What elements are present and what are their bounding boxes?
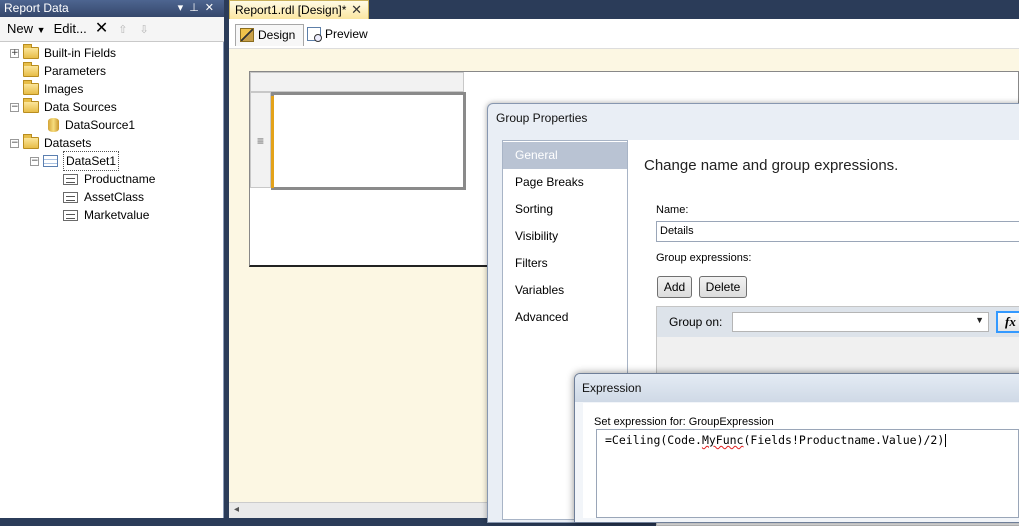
tree-node-field[interactable]: AssetClass [63,188,144,206]
panel-title: Report Data [4,1,69,15]
folder-icon [23,44,39,59]
move-up-icon[interactable]: ⇧ [113,23,132,36]
chevron-down-icon: ▼ [975,315,984,325]
nav-item-visibility[interactable]: Visibility [503,223,627,250]
name-label: Name: [656,204,689,216]
tablix-row-handle[interactable]: ≡ [250,92,271,188]
add-button[interactable]: Add [657,276,692,298]
folder-icon [23,80,39,95]
tree-node-datasource1[interactable]: DataSource1 [48,116,135,134]
group-expressions-label: Group expressions: [656,252,752,264]
design-icon [240,28,254,42]
expression-text[interactable]: =Ceiling(Code.MyFunc(Fields!Productname.… [605,433,947,447]
tree-node-images[interactable]: Images [23,80,83,98]
group-on-label: Group on: [669,315,723,329]
tree-node-field[interactable]: Productname [63,170,155,188]
tree-node-field[interactable]: Marketvalue [63,206,149,224]
expression-titlebar [575,374,1019,402]
dataset-icon [43,155,58,167]
open-folder-icon [23,98,39,113]
nav-item-advanced[interactable]: Advanced [503,304,627,331]
database-icon [48,118,59,132]
tree-node-datasets[interactable]: − Datasets [10,134,91,152]
move-down-icon[interactable]: ⇩ [134,23,153,36]
open-folder-icon [23,134,39,149]
nav-item-sorting[interactable]: Sorting [503,196,627,223]
field-icon [63,191,78,203]
collapse-icon[interactable]: − [10,138,19,148]
panel-titlebar: Report Data ▾⊥✕ [0,0,224,17]
new-button[interactable]: New ▼ [4,19,49,40]
text-caret [945,434,947,447]
tablix-column-handle[interactable] [250,72,464,92]
section-heading: Change name and group expressions. [644,157,899,174]
tree-node-data-sources[interactable]: − Data Sources [10,98,117,116]
nav-item-variables[interactable]: Variables [503,277,627,304]
field-icon [63,209,78,221]
collapse-icon[interactable]: − [30,156,39,166]
edit-button[interactable]: Edit... [51,19,90,39]
tree-node-parameters[interactable]: Parameters [23,62,106,80]
close-icon[interactable]: ✕ [205,2,220,14]
expression-button[interactable]: fx [996,311,1019,333]
field-icon [63,173,78,185]
chevron-down-icon: ▼ [36,24,46,35]
delete-button[interactable]: Delete [699,276,747,298]
nav-item-filters[interactable]: Filters [503,250,627,277]
panel-toolbar: New ▼ Edit... ✕ ⇧ ⇩ [0,17,224,42]
set-expression-label: Set expression for: GroupExpression [594,416,774,428]
dropdown-icon[interactable]: ▾ [178,2,190,14]
group-on-select[interactable]: ▼ [732,312,989,332]
dialog-title: Group Properties [496,111,588,125]
scroll-left-icon[interactable]: ◂ [234,504,239,515]
preview-icon [307,27,322,42]
tree-node-built-in-fields[interactable]: + Built-in Fields [10,44,116,62]
nav-item-page-breaks[interactable]: Page Breaks [503,169,627,196]
tab-preview[interactable]: Preview [303,24,376,46]
delete-icon[interactable]: ✕ [92,19,111,39]
horizontal-scrollbar[interactable]: ◂ [229,502,489,518]
tablix-cell[interactable] [271,92,466,190]
expand-icon[interactable]: + [10,48,19,58]
pin-icon[interactable]: ⊥ [189,2,205,14]
folder-icon [23,62,39,77]
dialog-title: Expression [582,381,642,395]
nav-item-general[interactable]: General [503,142,627,169]
close-icon[interactable]: ✕ [351,1,362,19]
collapse-icon[interactable]: − [10,102,19,112]
tree-node-dataset1[interactable]: − DataSet1 [30,151,120,171]
report-data-tree: + Built-in Fields Parameters Images − Da… [0,43,223,518]
view-tabs: Design Preview [229,19,1019,49]
spellcheck-underline: MyFunc [701,433,744,447]
document-tab[interactable]: Report1.rdl [Design]* ✕ [229,0,369,19]
group-name-input[interactable]: Details [656,221,1019,242]
tab-design[interactable]: Design [235,24,305,46]
